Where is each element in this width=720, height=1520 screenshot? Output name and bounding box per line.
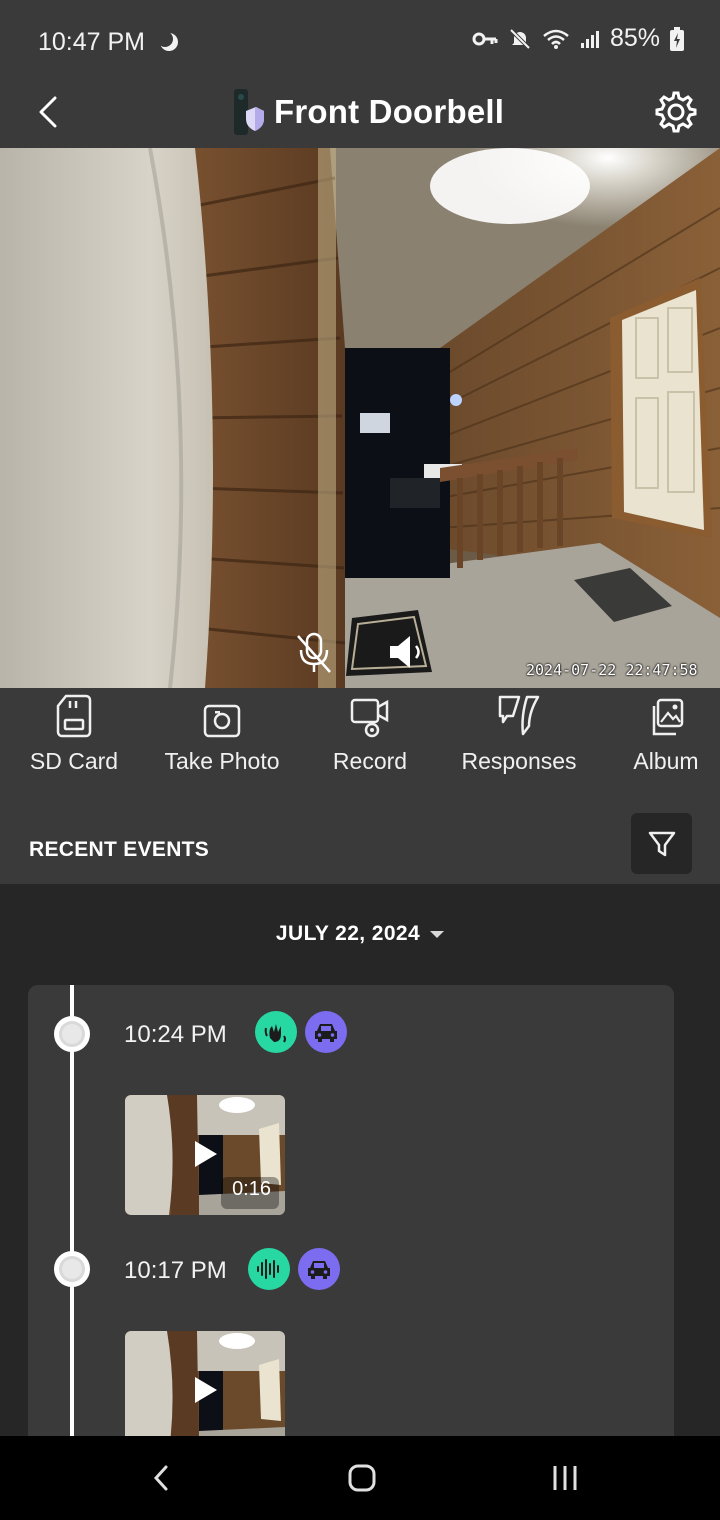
battery-percentage: 85%	[609, 24, 660, 52]
nav-home-button[interactable]	[337, 1458, 387, 1498]
event-time: 10:24 PM	[124, 1021, 227, 1048]
key-icon	[472, 32, 498, 45]
filter-icon	[648, 831, 675, 856]
page-title: Front Doorbell	[274, 93, 505, 130]
timeline-dot	[54, 1016, 90, 1052]
gear-icon	[655, 91, 697, 133]
system-nav-bar	[0, 1436, 720, 1520]
play-icon	[195, 1377, 217, 1403]
back-button[interactable]	[28, 90, 68, 134]
nav-back-button[interactable]	[136, 1458, 186, 1498]
motion-icon	[255, 1011, 297, 1053]
timeline-dot	[54, 1251, 90, 1287]
status-time: 10:47 PM	[38, 27, 146, 56]
timeline-card: 10:24 PM 0:16 10:17 PM	[28, 985, 674, 1436]
do-not-disturb-icon	[157, 30, 181, 54]
filter-button[interactable]	[631, 813, 692, 874]
take-photo-label: Take Photo	[164, 748, 280, 774]
camera-scene-image	[0, 148, 720, 688]
vehicle-icon	[305, 1011, 347, 1053]
event-thumbnail[interactable]	[125, 1331, 285, 1436]
recent-events-header: RECENT EVENTS	[0, 784, 720, 884]
action-bar: SD Card Take Photo Record Responses Albu…	[0, 688, 720, 784]
speaker-button[interactable]	[386, 632, 430, 672]
feed-timestamp: 2024-07-22 22:47:58	[526, 661, 698, 679]
settings-button[interactable]	[654, 90, 698, 134]
play-icon	[195, 1141, 217, 1167]
album-label: Album	[633, 748, 699, 774]
nav-recents-button[interactable]	[540, 1458, 590, 1498]
responses-icon	[497, 688, 541, 738]
album-button[interactable]: Album	[620, 688, 712, 784]
album-icon	[648, 688, 684, 738]
take-photo-button[interactable]: Take Photo	[154, 688, 290, 784]
event-thumbnail[interactable]: 0:16	[125, 1095, 285, 1215]
recent-events-title: RECENT EVENTS	[29, 838, 210, 861]
camera-live-feed[interactable]: 2024-07-22 22:47:58	[0, 148, 720, 688]
doorbell-device-icon	[232, 89, 264, 135]
sd-card-icon	[56, 688, 92, 738]
clip-duration: 0:16	[232, 1178, 271, 1200]
event-time: 10:17 PM	[124, 1257, 227, 1284]
mic-off-icon	[297, 632, 331, 673]
timeline-line	[70, 985, 74, 1436]
responses-label: Responses	[461, 748, 577, 774]
record-icon	[350, 688, 390, 738]
vehicle-icon	[298, 1248, 340, 1290]
microphone-muted-button[interactable]	[294, 630, 334, 676]
record-button[interactable]: Record	[322, 688, 418, 784]
app-header: Front Doorbell	[0, 84, 720, 148]
sd-card-button[interactable]: SD Card	[22, 688, 126, 784]
caret-down-icon	[430, 930, 445, 938]
mute-icon	[509, 28, 531, 49]
signal-icon	[580, 30, 599, 48]
record-label: Record	[332, 748, 408, 774]
sound-icon	[248, 1248, 290, 1290]
nav-home-icon	[348, 1464, 376, 1492]
nav-recents-icon	[553, 1466, 577, 1490]
wifi-icon	[543, 29, 569, 49]
responses-button[interactable]: Responses	[452, 688, 586, 784]
battery-charging-icon	[670, 26, 684, 51]
status-icons: 85%	[472, 24, 684, 53]
date-selector[interactable]: JULY 22, 2024	[0, 922, 720, 946]
sd-card-label: SD Card	[29, 748, 119, 774]
selected-date: JULY 22, 2024	[275, 922, 421, 945]
speaker-icon	[390, 636, 420, 668]
header-title-group: Front Doorbell	[232, 84, 504, 140]
camera-icon	[203, 688, 241, 738]
chevron-left-icon	[39, 96, 57, 128]
nav-back-icon	[153, 1465, 168, 1491]
status-bar: 10:47 PM 85%	[0, 0, 720, 84]
events-list: JULY 22, 2024 10:24 PM 0:16 10:17 PM	[0, 884, 720, 1436]
